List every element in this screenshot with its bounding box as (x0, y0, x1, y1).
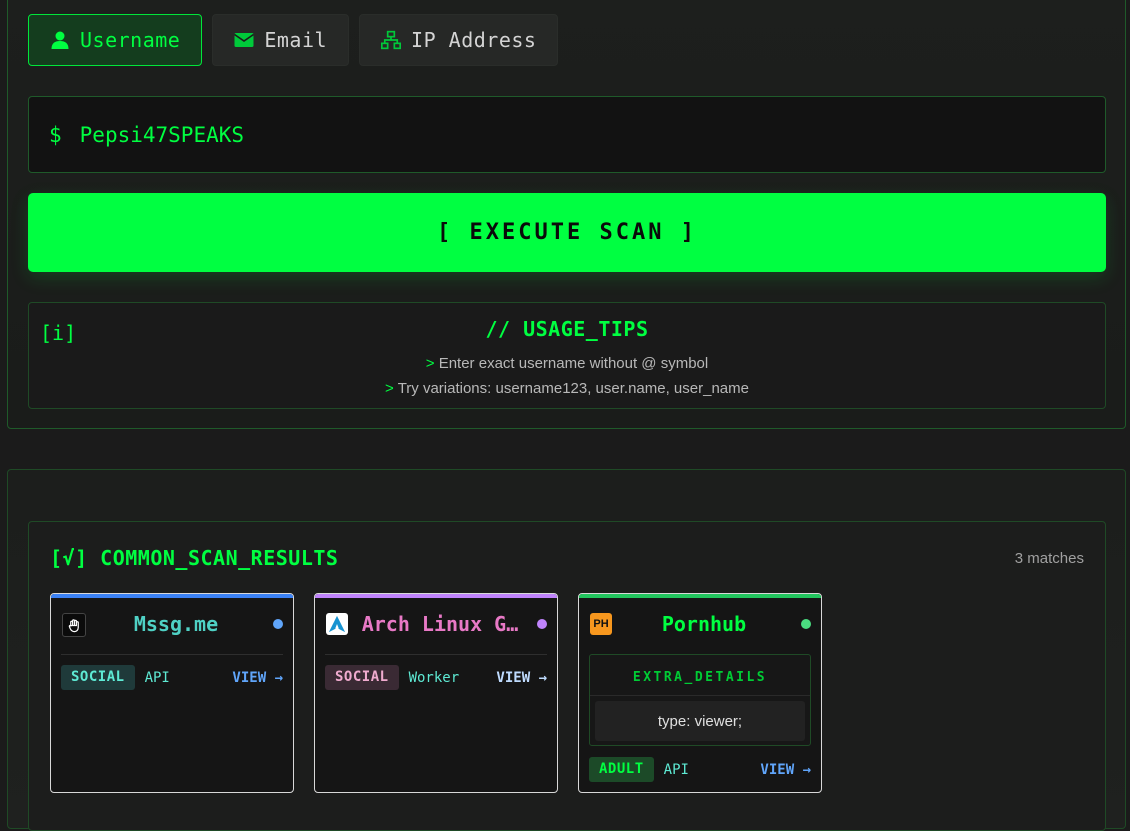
tip-text: Enter exact username without @ symbol (438, 355, 709, 372)
usage-tips-box: [i] // USAGE_TIPS > Enter exact username… (28, 302, 1106, 409)
prompt-symbol: $ (49, 122, 62, 147)
site-name: Arch Linux G… (361, 612, 519, 636)
hand-icon (62, 613, 86, 637)
extra-details-body: type: viewer; (595, 701, 805, 741)
card-accent-bar (579, 594, 821, 598)
tab-ip-address[interactable]: IP Address (359, 14, 559, 66)
envelope-icon (234, 33, 255, 47)
common-scan-results: [√] COMMON_SCAN_RESULTS 3 matches Mssg.m… (28, 521, 1106, 831)
status-dot (537, 619, 547, 629)
category-badge: SOCIAL (325, 665, 399, 690)
arch-linux-icon (326, 613, 348, 635)
tab-label: IP Address (411, 28, 537, 52)
source-label: Worker (408, 669, 460, 686)
user-icon (51, 31, 69, 49)
view-link[interactable]: VIEW → (496, 670, 547, 686)
execute-scan-button[interactable]: [ EXECUTE SCAN ] (28, 193, 1106, 272)
divider (61, 654, 283, 655)
source-label: API (663, 761, 689, 778)
tip-line: > Enter exact username without @ symbol (29, 355, 1105, 372)
source-label: API (144, 669, 170, 686)
card-footer: SOCIAL API VIEW → (61, 665, 283, 690)
category-badge: SOCIAL (61, 665, 135, 690)
username-input-box: $ (28, 96, 1106, 173)
result-card-arch-linux[interactable]: Arch Linux G… SOCIAL Worker VIEW → (314, 593, 558, 793)
divider (590, 695, 810, 696)
card-footer: SOCIAL Worker VIEW → (325, 665, 547, 690)
tip-text: Try variations: username123, user.name, … (397, 380, 749, 397)
tip-bullet: > (385, 380, 394, 397)
site-name: Pornhub (661, 612, 747, 636)
site-name: Mssg.me (133, 612, 219, 636)
search-type-tabs: Username Email IP Address (28, 14, 559, 66)
results-title: [√] COMMON_SCAN_RESULTS (50, 546, 339, 570)
view-link[interactable]: VIEW → (232, 670, 283, 686)
card-footer: ADULT API VIEW → (589, 757, 811, 782)
view-link[interactable]: VIEW → (760, 762, 811, 778)
status-dot (801, 619, 811, 629)
tip-bullet: > (425, 355, 435, 372)
pornhub-icon: PH (590, 613, 612, 635)
divider (325, 654, 547, 655)
tab-label: Username (80, 28, 181, 52)
status-dot (273, 619, 283, 629)
result-card-pornhub[interactable]: PH Pornhub EXTRA_DETAILS type: viewer; A… (578, 593, 822, 793)
network-icon (381, 30, 402, 50)
extra-details-heading: EXTRA_DETAILS (632, 670, 768, 685)
category-badge: ADULT (589, 757, 654, 782)
tab-email[interactable]: Email (212, 14, 350, 66)
extra-details: EXTRA_DETAILS type: viewer; (589, 654, 811, 746)
tab-username[interactable]: Username (28, 14, 203, 66)
tip-line: > Try variations: username123, user.name… (29, 380, 1105, 397)
results-count: 3 matches (1014, 550, 1084, 567)
card-accent-bar (51, 594, 293, 598)
card-accent-bar (315, 594, 557, 598)
username-input[interactable] (77, 121, 1105, 148)
usage-tips-title: // USAGE_TIPS (485, 317, 649, 341)
tab-label: Email (264, 28, 328, 52)
result-card-mssg-me[interactable]: Mssg.me SOCIAL API VIEW → (50, 593, 294, 793)
